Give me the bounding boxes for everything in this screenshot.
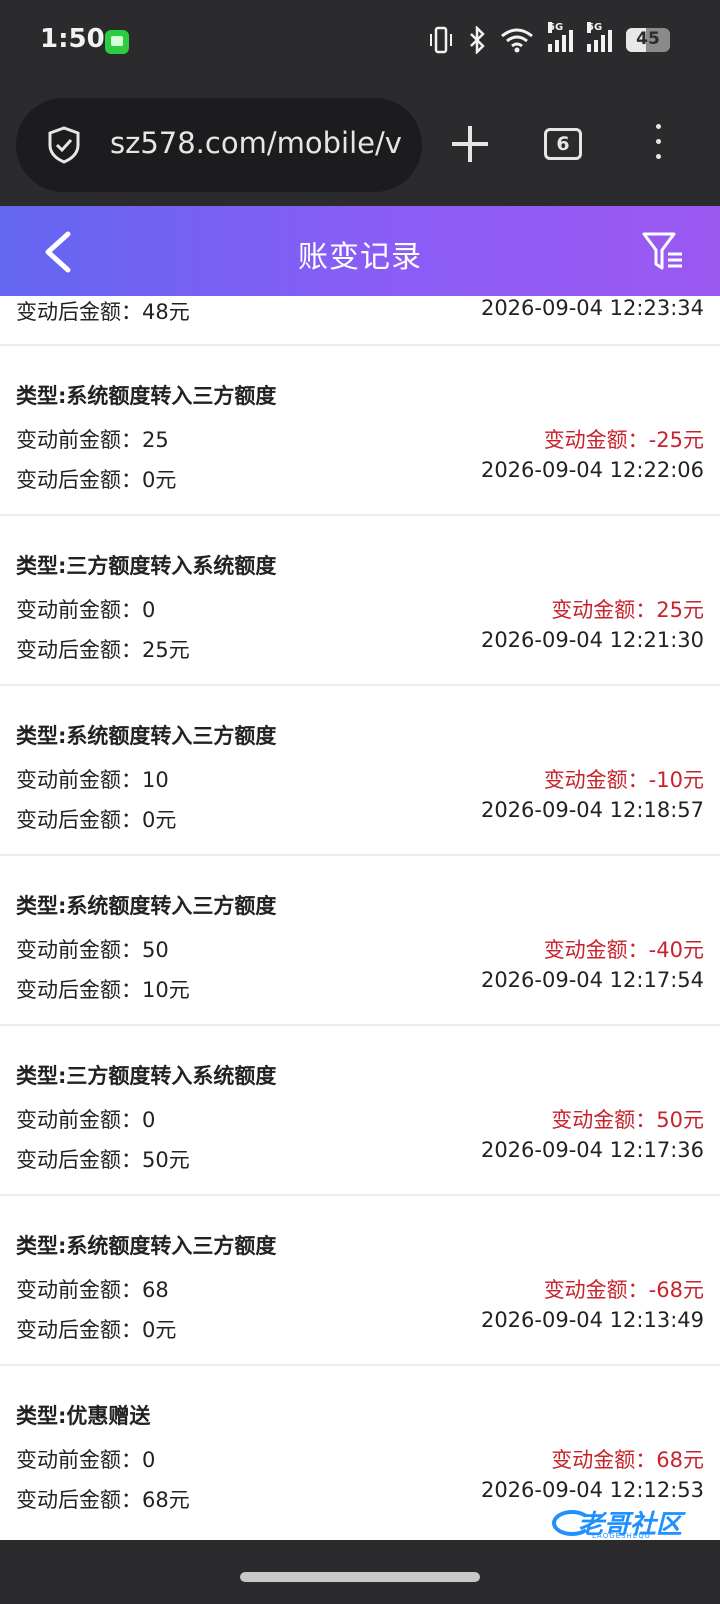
app-header: 账变记录 [0, 206, 720, 296]
url-text[interactable]: sz578.com/mobile/v5 [110, 126, 404, 160]
record-time: 2026-09-04 12:17:54 [480, 968, 704, 992]
record-after-row: 变动后金额：0元 2026-09-04 12:18:57 [16, 798, 704, 834]
record-before-row: 变动前金额：25 变动金额：-25元 [16, 424, 704, 454]
before-amount: 变动前金额：0 [16, 1448, 156, 1472]
before-amount: 变动前金额：25 [16, 428, 169, 452]
record-item: 变动后金额：48元 2026-09-04 12:23:34 [0, 296, 720, 346]
status-time: 1:50 [40, 24, 105, 54]
after-amount: 变动后金额：68元 [16, 1488, 190, 1512]
record-type: 类型:三方额度转入系统额度 [16, 554, 277, 578]
record-time: 2026-09-04 12:21:30 [480, 628, 704, 652]
wifi-icon [501, 28, 533, 53]
status-icons: 5G 5G 45 [428, 22, 670, 58]
record-before-row: 变动前金额：0 变动金额：25元 [16, 594, 704, 624]
record-after-row: 变动后金额：25元 2026-09-04 12:21:30 [16, 628, 704, 664]
before-amount: 变动前金额：68 [16, 1278, 169, 1302]
battery-icon: 45 [626, 28, 670, 52]
record-time: 2026-09-04 12:23:34 [480, 296, 704, 320]
record-after-row: 变动后金额：10元 2026-09-04 12:17:54 [16, 968, 704, 1004]
record-item: 类型:系统额度转入三方额度 变动前金额：50 变动金额：-40元 变动后金额：1… [0, 856, 720, 1026]
record-time: 2026-09-04 12:18:57 [480, 798, 704, 822]
record-item: 类型:系统额度转入三方额度 变动前金额：68 变动金额：-68元 变动后金额：0… [0, 1196, 720, 1366]
record-list[interactable]: 变动后金额：48元 2026-09-04 12:23:34 类型:系统额度转入三… [0, 296, 720, 1540]
record-time: 2026-09-04 12:12:53 [480, 1478, 704, 1502]
record-type: 类型:优惠赠送 [16, 1404, 151, 1428]
signal-icon-2: 5G [587, 22, 612, 52]
tab-switcher-button[interactable]: 6 [544, 128, 582, 160]
record-time: 2026-09-04 12:13:49 [480, 1308, 704, 1332]
home-handle[interactable] [240, 1572, 480, 1582]
more-menu-icon[interactable] [648, 124, 668, 164]
record-item: 类型:系统额度转入三方额度 变动前金额：25 变动金额：-25元 变动后金额：0… [0, 346, 720, 516]
watermark-subtext: LAOGESHEQU [592, 1532, 651, 1540]
new-tab-icon[interactable] [450, 120, 490, 168]
record-before-row: 变动前金额：10 变动金额：-10元 [16, 764, 704, 794]
battery-level: 45 [636, 29, 660, 49]
before-amount: 变动前金额：50 [16, 938, 169, 962]
change-amount: 变动金额：-10元 [543, 768, 704, 792]
record-after-row: 变动后金额：0元 2026-09-04 12:22:06 [16, 458, 704, 494]
browser-chrome: 1:50 5G 5G 45 sz578.com/mobile/v5 6 [0, 0, 720, 210]
record-type: 类型:三方额度转入系统额度 [16, 1064, 277, 1088]
record-before-row: 变动前金额：0 变动金额：68元 [16, 1444, 704, 1474]
record-time: 2026-09-04 12:17:36 [480, 1138, 704, 1162]
record-before-row: 变动前金额：50 变动金额：-40元 [16, 934, 704, 964]
record-item: 类型:系统额度转入三方额度 变动前金额：10 变动金额：-10元 变动后金额：0… [0, 686, 720, 856]
change-amount: 变动金额：-40元 [543, 938, 704, 962]
record-time: 2026-09-04 12:22:06 [480, 458, 704, 482]
before-amount: 变动前金额：0 [16, 1108, 156, 1132]
after-amount: 变动后金额：0元 [16, 808, 177, 832]
address-bar[interactable]: sz578.com/mobile/v5 [16, 98, 422, 192]
record-before-row: 变动前金额：68 变动金额：-68元 [16, 1274, 704, 1304]
change-amount: 变动金额：-25元 [543, 428, 704, 452]
watermark-logo: 老哥社区 LAOGESHEQU [552, 1502, 712, 1542]
after-amount: 变动后金额：48元 [16, 300, 190, 324]
change-amount: 变动金额：50元 [551, 1108, 704, 1132]
record-after-row: 变动后金额：0元 2026-09-04 12:13:49 [16, 1308, 704, 1344]
after-amount: 变动后金额：25元 [16, 638, 190, 662]
change-amount: 变动金额：-68元 [543, 1278, 704, 1302]
change-amount: 变动金额：25元 [551, 598, 704, 622]
after-amount: 变动后金额：10元 [16, 978, 190, 1002]
before-amount: 变动前金额：10 [16, 768, 169, 792]
record-type: 类型:系统额度转入三方额度 [16, 384, 277, 408]
record-after-row: 变动后金额：48元 2026-09-04 12:23:34 [16, 296, 704, 326]
record-item: 类型:三方额度转入系统额度 变动前金额：0 变动金额：50元 变动后金额：50元… [0, 1026, 720, 1196]
record-type: 类型:系统额度转入三方额度 [16, 724, 277, 748]
shield-icon[interactable] [44, 125, 84, 165]
filter-icon[interactable] [640, 228, 686, 274]
after-amount: 变动后金额：50元 [16, 1148, 190, 1172]
signal-icon: 5G [548, 22, 573, 52]
page-title: 账变记录 [298, 240, 422, 275]
vibrate-icon [430, 26, 452, 54]
record-before-row: 变动前金额：0 变动金额：50元 [16, 1104, 704, 1134]
record-after-row: 变动后金额：50元 2026-09-04 12:17:36 [16, 1138, 704, 1174]
record-type: 类型:系统额度转入三方额度 [16, 1234, 277, 1258]
before-amount: 变动前金额：0 [16, 598, 156, 622]
change-amount: 变动金额：68元 [551, 1448, 704, 1472]
bluetooth-icon [470, 26, 485, 54]
gesture-bar [0, 1540, 720, 1604]
record-type: 类型:系统额度转入三方额度 [16, 894, 277, 918]
record-item: 类型:三方额度转入系统额度 变动前金额：0 变动金额：25元 变动后金额：25元… [0, 516, 720, 686]
after-amount: 变动后金额：0元 [16, 1318, 177, 1342]
after-amount: 变动后金额：0元 [16, 468, 177, 492]
message-icon [105, 30, 129, 54]
